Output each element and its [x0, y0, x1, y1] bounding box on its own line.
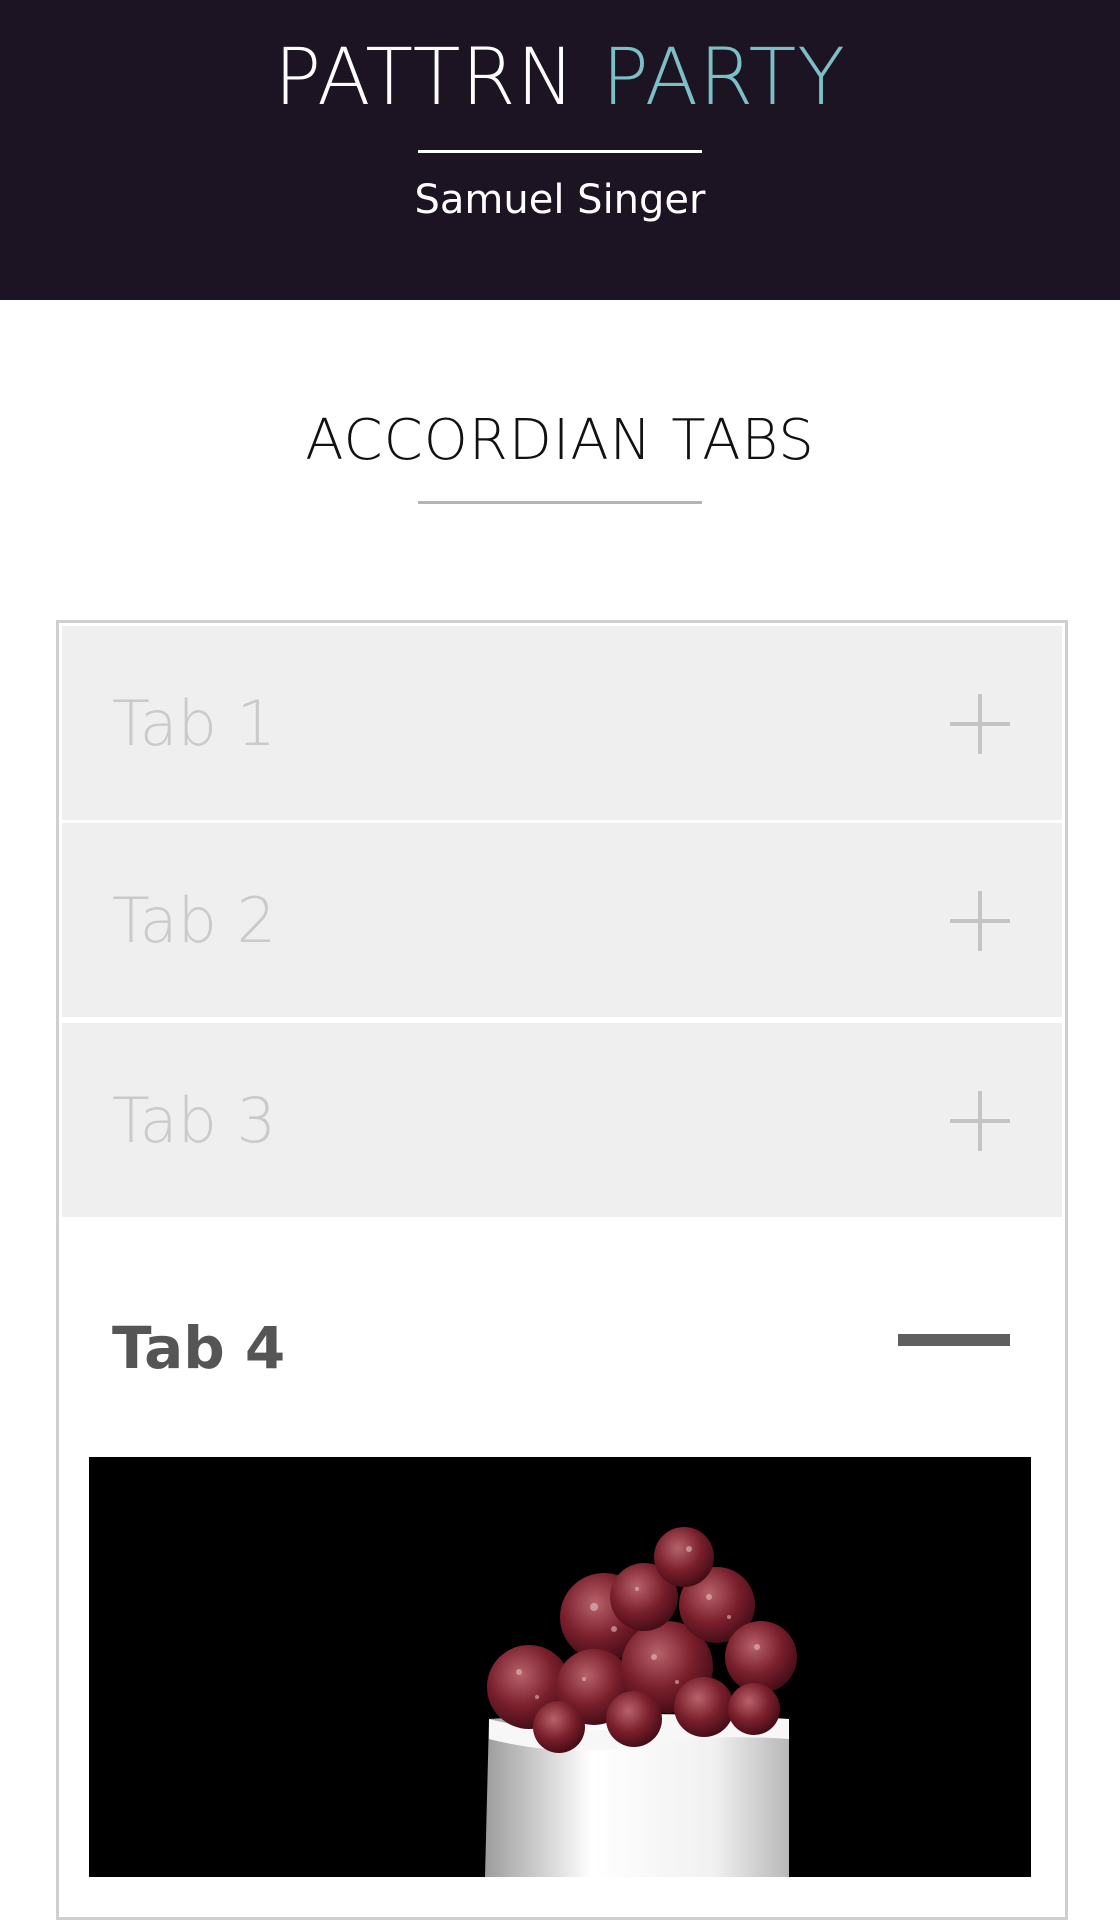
plus-icon-vertical [978, 1091, 982, 1151]
site-title-accent: PARTY [601, 33, 846, 123]
site-title-main: PATTRN [274, 33, 576, 123]
plus-icon[interactable] [950, 1091, 1010, 1151]
accordion-tab-1[interactable]: Tab 1 [62, 626, 1062, 820]
section-divider [418, 501, 702, 504]
plus-icon-vertical [978, 891, 982, 951]
accordion-tab-4[interactable]: Tab 4 [62, 1226, 1062, 1420]
plus-icon[interactable] [950, 891, 1010, 951]
minus-icon[interactable] [898, 1334, 1010, 1346]
header-divider [418, 150, 702, 153]
accordion-tab-2[interactable]: Tab 2 [62, 823, 1062, 1017]
site-header: PATTRN PARTY Samuel Singer [0, 0, 1120, 300]
plus-icon-vertical [978, 694, 982, 754]
section-title: ACCORDIAN TABS [305, 408, 815, 473]
accordion-tab-3[interactable]: Tab 3 [62, 1023, 1062, 1217]
tab-label: Tab 2 [112, 884, 277, 957]
site-author: Samuel Singer [414, 177, 706, 223]
tab-label: Tab 3 [112, 1084, 277, 1157]
site-title: PATTRN PARTY [0, 36, 1120, 120]
plus-icon[interactable] [950, 694, 1010, 754]
tab-label: Tab 4 [112, 1314, 286, 1382]
raspberry-dessert-illustration [89, 1457, 1031, 1877]
accordion: Tab 1 Tab 2 Tab 3 Tab 4 [56, 620, 1068, 1920]
raspberry-dessert-image [89, 1457, 1031, 1877]
tab-label: Tab 1 [112, 687, 277, 760]
